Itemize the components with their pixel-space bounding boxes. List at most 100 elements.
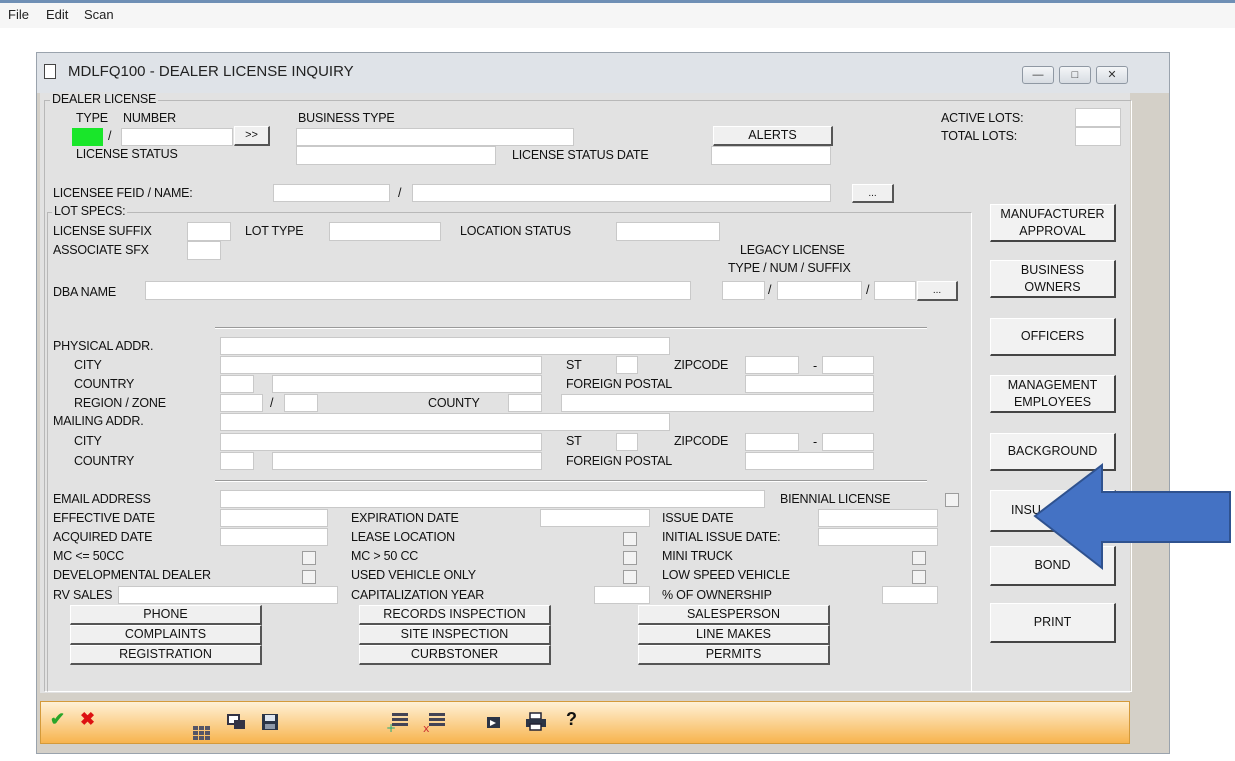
registration-button[interactable]: REGISTRATION	[70, 645, 262, 665]
mailing-foreign-postal-field[interactable]	[745, 452, 874, 470]
help-icon[interactable]: ?	[566, 709, 577, 730]
biennial-checkbox[interactable]	[945, 493, 959, 507]
menu-scan[interactable]: Scan	[84, 7, 114, 22]
license-number-field[interactable]	[121, 128, 233, 146]
alerts-button[interactable]: ALERTS	[713, 126, 833, 146]
mailing-country-code-field[interactable]	[220, 452, 254, 470]
license-status-date-field[interactable]	[711, 146, 831, 165]
menu-file[interactable]: File	[8, 7, 29, 22]
physical-zip-field[interactable]	[745, 356, 799, 374]
officers-button[interactable]: OFFICERS	[990, 318, 1116, 356]
business-type-field[interactable]	[296, 128, 574, 146]
mailing-city-field[interactable]	[220, 433, 542, 451]
minimize-button[interactable]: —	[1022, 66, 1054, 84]
county-name-field[interactable]	[561, 394, 874, 412]
svg-text:+: +	[386, 721, 396, 733]
license-suffix-label: LICENSE SUFFIX	[53, 224, 152, 238]
print-button[interactable]: PRINT	[990, 603, 1116, 643]
business-owners-line2: OWNERS	[1024, 279, 1081, 294]
biennial-label: BIENNIAL LICENSE	[780, 492, 891, 506]
mailing-foreign-postal-label: FOREIGN POSTAL	[566, 454, 673, 468]
salesperson-button[interactable]: SALESPERSON	[638, 605, 830, 625]
capitalization-year-field[interactable]	[594, 586, 650, 604]
mini-truck-checkbox[interactable]	[912, 551, 926, 565]
total-lots-field[interactable]	[1075, 127, 1121, 146]
number-label: NUMBER	[123, 111, 176, 125]
delete-record-icon[interactable]: x	[423, 711, 449, 733]
location-status-field[interactable]	[616, 222, 720, 241]
management-employees-button[interactable]: MANAGEMENT EMPLOYEES	[990, 375, 1116, 413]
ownership-field[interactable]	[882, 586, 938, 604]
lot-type-field[interactable]	[329, 222, 441, 241]
legacy-type-field[interactable]	[722, 281, 765, 300]
maximize-button[interactable]: □	[1059, 66, 1091, 84]
licensee-name-field[interactable]	[412, 184, 831, 202]
expiration-date-field[interactable]	[540, 509, 650, 527]
insert-record-icon[interactable]: +	[386, 711, 412, 733]
county-code-field[interactable]	[508, 394, 542, 412]
mc-gt-50-checkbox[interactable]	[623, 551, 637, 565]
phone-button[interactable]: PHONE	[70, 605, 262, 625]
physical-foreign-postal-field[interactable]	[745, 375, 874, 393]
cancel-x-icon[interactable]: ✖	[80, 709, 95, 730]
document-icon	[44, 64, 56, 79]
mailing-addr-field[interactable]	[220, 413, 670, 431]
used-vehicle-checkbox[interactable]	[623, 570, 637, 584]
mailing-st-field[interactable]	[616, 433, 638, 451]
grid-icon[interactable]	[193, 714, 210, 740]
lease-location-checkbox[interactable]	[623, 532, 637, 546]
permits-button[interactable]: PERMITS	[638, 645, 830, 665]
save-disk-icon[interactable]	[261, 713, 279, 731]
svg-text:x: x	[423, 722, 430, 733]
mc-le-50-checkbox[interactable]	[302, 551, 316, 565]
records-inspection-button[interactable]: RECORDS INSPECTION	[359, 605, 551, 625]
low-speed-checkbox[interactable]	[912, 570, 926, 584]
physical-foreign-postal-label: FOREIGN POSTAL	[566, 377, 673, 391]
licensee-browse-button[interactable]: ...	[852, 184, 894, 203]
email-field[interactable]	[220, 490, 765, 508]
site-inspection-button[interactable]: SITE INSPECTION	[359, 625, 551, 645]
menu-edit[interactable]: Edit	[46, 7, 68, 22]
license-lookup-button[interactable]: >>	[234, 126, 270, 146]
associate-sfx-field[interactable]	[187, 241, 221, 260]
legacy-browse-button[interactable]: ...	[917, 281, 958, 301]
business-owners-button[interactable]: BUSINESS OWNERS	[990, 260, 1116, 298]
initial-issue-date-field[interactable]	[818, 528, 938, 546]
mailing-country-name-field[interactable]	[272, 452, 542, 470]
mailing-zip-field[interactable]	[745, 433, 799, 451]
physical-city-field[interactable]	[220, 356, 542, 374]
license-suffix-field[interactable]	[187, 222, 231, 241]
mailing-addr-label: MAILING ADDR.	[53, 414, 144, 428]
physical-zip4-field[interactable]	[822, 356, 874, 374]
active-lots-field[interactable]	[1075, 108, 1121, 127]
license-type-field[interactable]	[72, 128, 103, 146]
manufacturer-approval-button[interactable]: MANUFACTURER APPROVAL	[990, 204, 1116, 242]
dba-name-field[interactable]	[145, 281, 691, 300]
line-makes-button[interactable]: LINE MAKES	[638, 625, 830, 645]
export-icon[interactable]	[486, 715, 502, 730]
developmental-checkbox[interactable]	[302, 570, 316, 584]
curbstoner-button[interactable]: CURBSTONER	[359, 645, 551, 665]
region-field[interactable]	[220, 394, 263, 412]
issue-date-field[interactable]	[818, 509, 938, 527]
legacy-suffix-field[interactable]	[874, 281, 916, 300]
ok-check-icon[interactable]: ✔	[50, 709, 65, 730]
physical-st-field[interactable]	[616, 356, 638, 374]
printer-icon[interactable]	[525, 712, 547, 732]
legacy-num-field[interactable]	[777, 281, 862, 300]
acquired-date-field[interactable]	[220, 528, 328, 546]
physical-country-code-field[interactable]	[220, 375, 254, 393]
close-button[interactable]: ✕	[1096, 66, 1128, 84]
licensee-feid-field[interactable]	[273, 184, 390, 202]
mailing-zip4-field[interactable]	[822, 433, 874, 451]
zone-field[interactable]	[284, 394, 318, 412]
complaints-button[interactable]: COMPLAINTS	[70, 625, 262, 645]
physical-addr-field[interactable]	[220, 337, 670, 355]
business-owners-line1: BUSINESS	[1020, 262, 1085, 277]
rv-sales-field[interactable]	[118, 586, 338, 604]
physical-country-name-field[interactable]	[272, 375, 542, 393]
license-status-field[interactable]	[296, 146, 496, 165]
physical-zip-dash: -	[813, 359, 817, 373]
windows-cascade-icon[interactable]	[227, 714, 247, 730]
effective-date-field[interactable]	[220, 509, 328, 527]
